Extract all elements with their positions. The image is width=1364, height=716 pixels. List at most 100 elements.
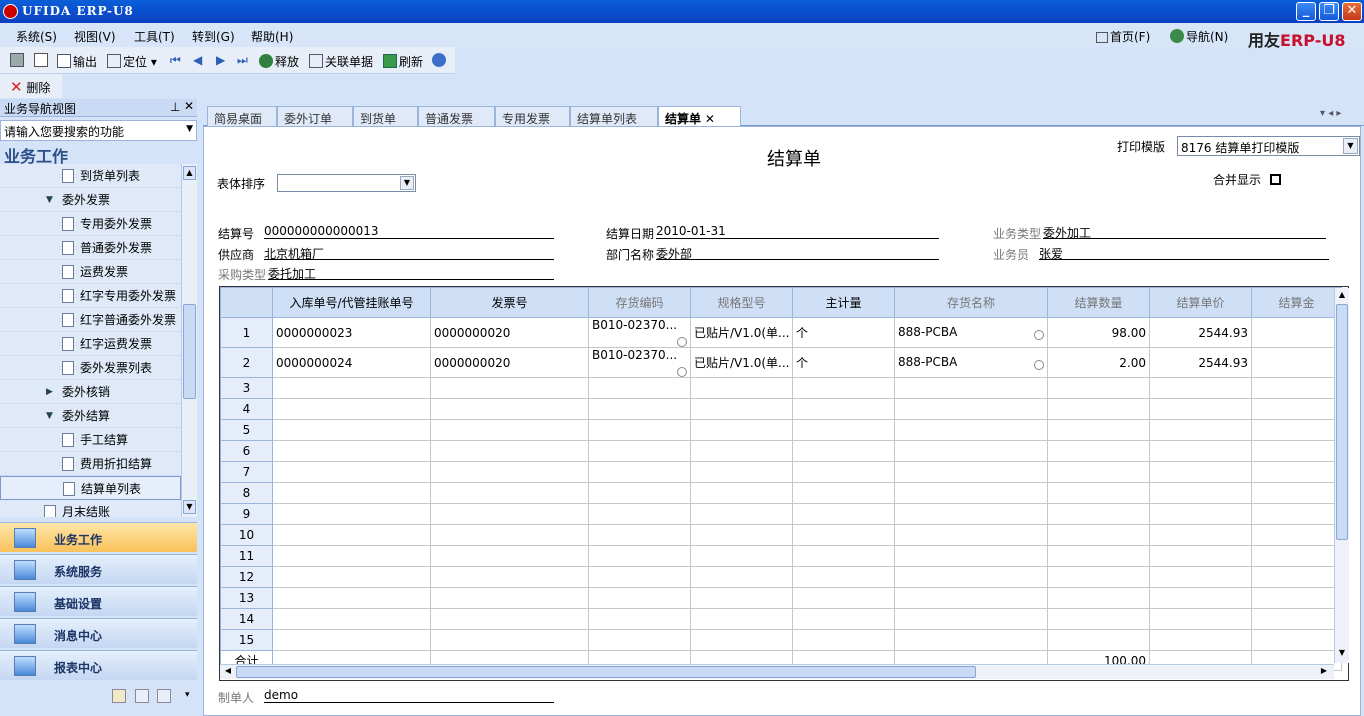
table-row[interactable]: 2 0000000024 0000000020 B010-02370... 已贴片/V1… [220, 347, 1342, 378]
expanded-arrow-icon[interactable]: ▼ [46, 188, 53, 212]
linked-docs-button[interactable]: 关联单据 [309, 53, 373, 70]
expanded-arrow-icon[interactable]: ▼ [46, 404, 53, 428]
grid-cell[interactable] [588, 629, 691, 651]
grid-cell[interactable] [1149, 440, 1252, 462]
grid-cell[interactable] [894, 524, 1048, 546]
grid-cell[interactable] [588, 419, 691, 441]
column-header[interactable]: 主计量 [792, 287, 895, 318]
grid-cell[interactable] [430, 566, 589, 588]
grid-cell[interactable]: 2544.93 [1149, 347, 1252, 378]
grid-vertical-scrollbar[interactable]: ▲ ▼ [1334, 288, 1349, 663]
grid-cell[interactable] [1047, 419, 1150, 441]
table-row[interactable]: 11 [220, 545, 1342, 567]
grid-cell[interactable] [272, 482, 431, 504]
scroll-up-icon[interactable]: ▲ [1336, 290, 1348, 302]
grid-cell[interactable] [430, 377, 589, 399]
grid-cell[interactable] [792, 566, 895, 588]
column-header[interactable]: 结算金 [1251, 287, 1342, 318]
grid-cell[interactable]: B010-02370... [588, 347, 691, 378]
delete-button[interactable]: ✕ 删除 [10, 78, 50, 96]
grid-cell[interactable] [1251, 482, 1342, 504]
table-row[interactable]: 7 [220, 461, 1342, 483]
dropdown-arrow-icon[interactable]: ▼ [186, 124, 193, 134]
grid-cell[interactable] [430, 503, 589, 525]
preview-button[interactable] [34, 53, 50, 68]
grid-cell[interactable] [1047, 524, 1150, 546]
shortcut-icon[interactable] [112, 689, 126, 703]
collapsed-arrow-icon[interactable]: ▶ [46, 380, 53, 404]
grid-cell[interactable] [272, 398, 431, 420]
pin-icon[interactable]: ⊥ [170, 100, 180, 114]
grid-cell[interactable] [690, 629, 793, 651]
grid-cell[interactable] [1251, 587, 1342, 609]
grid-cell[interactable] [1047, 566, 1150, 588]
grid-cell[interactable] [1047, 629, 1150, 651]
purchase-type-field[interactable]: 委托加工 [268, 265, 554, 281]
grid-cell[interactable] [1251, 461, 1342, 483]
grid-cell[interactable] [272, 419, 431, 441]
grid-cell[interactable] [792, 524, 895, 546]
tab[interactable]: 结算单 ✕ [658, 106, 741, 127]
grid-cell[interactable]: 个 [792, 347, 895, 378]
grid-cell[interactable] [1251, 503, 1342, 525]
help-button[interactable] [432, 53, 448, 68]
menu-help[interactable]: 帮助(H) [251, 28, 293, 45]
menu-goto[interactable]: 转到(G) [192, 28, 235, 45]
grid-cell[interactable]: 888-PCBA [894, 347, 1048, 378]
column-header[interactable]: 入库单号/代管挂账单号 [272, 287, 431, 318]
grid-cell[interactable] [1149, 524, 1252, 546]
grid-cell[interactable]: 已贴片/V1.0(单... [690, 317, 793, 348]
tree-item[interactable]: ▼ 委外结算 [0, 404, 181, 428]
tree-item[interactable]: ▼ 委外发票 [0, 188, 181, 212]
tree-item[interactable]: 月末结账 [0, 500, 181, 517]
function-search-input[interactable]: 请输入您要搜索的功能 ▼ [0, 120, 197, 141]
grid-cell[interactable] [792, 608, 895, 630]
print-button[interactable] [10, 53, 26, 68]
grid-cell[interactable] [894, 419, 1048, 441]
grid-cell[interactable] [792, 545, 895, 567]
tree-scrollbar[interactable]: ▲ ▼ [181, 164, 197, 517]
table-row[interactable]: 15 [220, 629, 1342, 651]
grid-cell[interactable] [1047, 461, 1150, 483]
grid-cell[interactable] [1251, 566, 1342, 588]
table-row[interactable]: 13 [220, 587, 1342, 609]
grid-cell[interactable] [894, 482, 1048, 504]
locate-button[interactable]: 定位 ▾ [107, 53, 157, 70]
grid-cell[interactable] [894, 587, 1048, 609]
sort-select[interactable]: ▼ [277, 174, 416, 192]
nav-button[interactable]: 系统服务 [0, 554, 197, 584]
attachment-icon[interactable] [674, 334, 690, 347]
grid-cell[interactable] [894, 545, 1048, 567]
grid-cell[interactable] [1149, 545, 1252, 567]
tree-view-icon[interactable] [157, 689, 171, 703]
grid-cell[interactable] [792, 587, 895, 609]
grid-cell[interactable] [1251, 398, 1342, 420]
grid-cell[interactable] [1149, 503, 1252, 525]
grid-cell[interactable] [272, 566, 431, 588]
grid-cell[interactable] [1251, 440, 1342, 462]
release-button[interactable]: 释放 [259, 53, 299, 70]
grid-cell[interactable] [690, 566, 793, 588]
table-row[interactable]: 10 [220, 524, 1342, 546]
horizontal-scroll-thumb[interactable] [236, 666, 976, 678]
sidebar-close-icon[interactable]: ✕ [184, 99, 194, 113]
grid-cell[interactable]: B010-02370... [588, 317, 691, 348]
grid-cell[interactable] [690, 524, 793, 546]
grid-cell[interactable] [1149, 377, 1252, 399]
grid-cell[interactable] [1047, 440, 1150, 462]
grid-cell[interactable]: 98.00 [1047, 317, 1150, 348]
grid-cell[interactable] [1149, 398, 1252, 420]
settle-date-field[interactable]: 2010-01-31 [656, 224, 939, 239]
grid-cell[interactable] [1149, 608, 1252, 630]
table-row[interactable]: 14 [220, 608, 1342, 630]
nav-button[interactable]: 消息中心 [0, 618, 197, 648]
menu-view[interactable]: 视图(V) [74, 28, 116, 45]
grid-horizontal-scrollbar[interactable]: ◀ ▶ [220, 664, 1334, 679]
tree-item[interactable]: 委外发票列表 [0, 356, 181, 380]
table-row[interactable]: 6 [220, 440, 1342, 462]
tab-close-icon[interactable]: ✕ [701, 112, 715, 126]
attachment-icon[interactable] [674, 364, 690, 377]
grid-cell[interactable] [430, 461, 589, 483]
list-view-icon[interactable] [135, 689, 149, 703]
table-row[interactable]: 12 [220, 566, 1342, 588]
